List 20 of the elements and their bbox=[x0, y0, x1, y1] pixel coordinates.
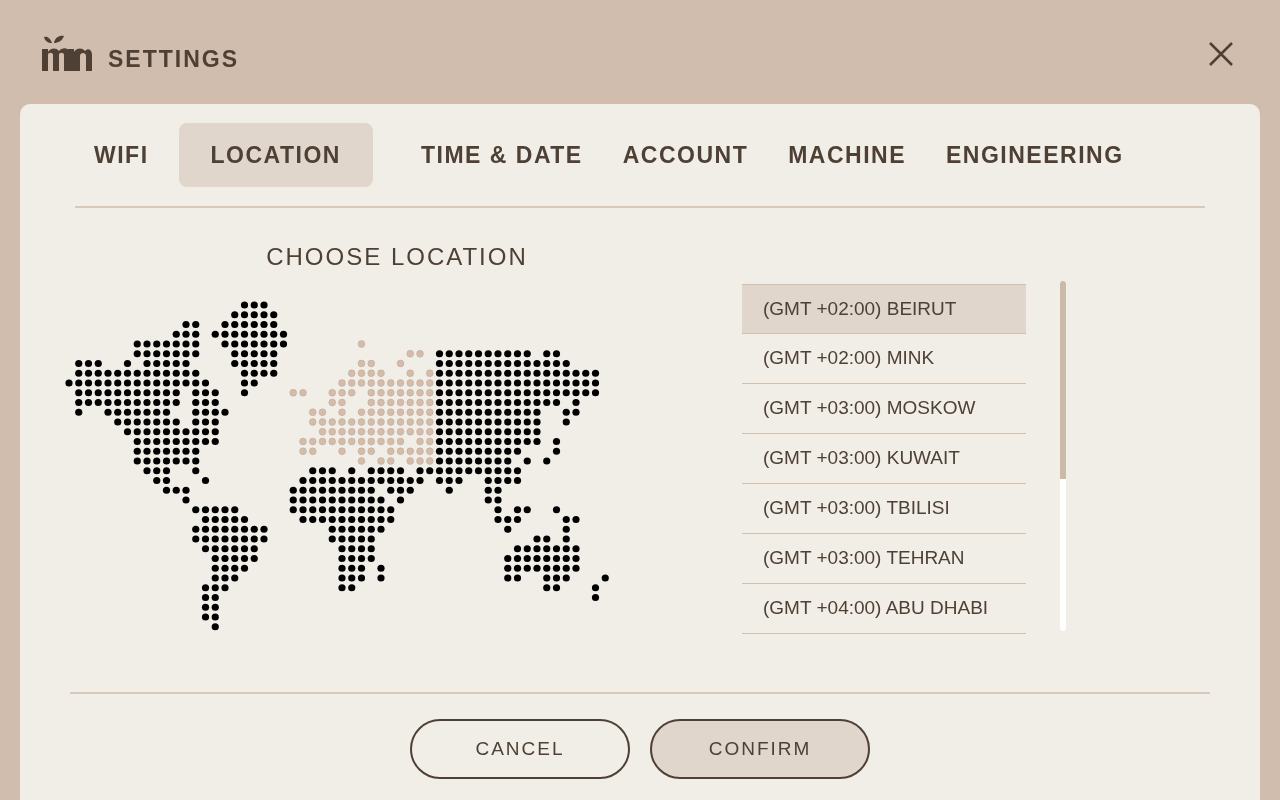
timezone-item[interactable]: (GMT +02:00) BEIRUT bbox=[742, 284, 1026, 334]
logo-icon bbox=[42, 35, 94, 73]
timezone-item[interactable]: (GMT +04:00) ABU DHABI bbox=[742, 584, 1026, 634]
confirm-button[interactable]: CONFIRM bbox=[650, 719, 870, 779]
close-icon[interactable] bbox=[1208, 41, 1234, 67]
timezone-item[interactable]: (GMT +03:00) TEHRAN bbox=[742, 534, 1026, 584]
scrollbar-thumb[interactable] bbox=[1060, 281, 1066, 479]
section-heading: CHOOSE LOCATION bbox=[266, 242, 528, 272]
page-title: SETTINGS bbox=[108, 44, 239, 74]
tab[interactable]: MACHINE bbox=[768, 123, 927, 187]
timezone-item[interactable]: (GMT +02:00) MINK bbox=[742, 334, 1026, 384]
timezone-item[interactable]: (GMT +03:00) MOSKOW bbox=[742, 384, 1026, 434]
tab[interactable]: ACCOUNT bbox=[602, 123, 769, 187]
tab[interactable]: ENGINEERING bbox=[926, 123, 1144, 187]
tab[interactable]: LOCATION bbox=[178, 123, 373, 187]
cancel-button[interactable]: CANCEL bbox=[410, 719, 630, 779]
timezone-item[interactable]: (GMT +03:00) KUWAIT bbox=[742, 434, 1026, 484]
timezone-item[interactable]: (GMT +03:00) TBILISI bbox=[742, 484, 1026, 534]
tab[interactable]: TIME & DATE bbox=[400, 123, 603, 187]
tab[interactable]: WIFI bbox=[94, 123, 179, 187]
